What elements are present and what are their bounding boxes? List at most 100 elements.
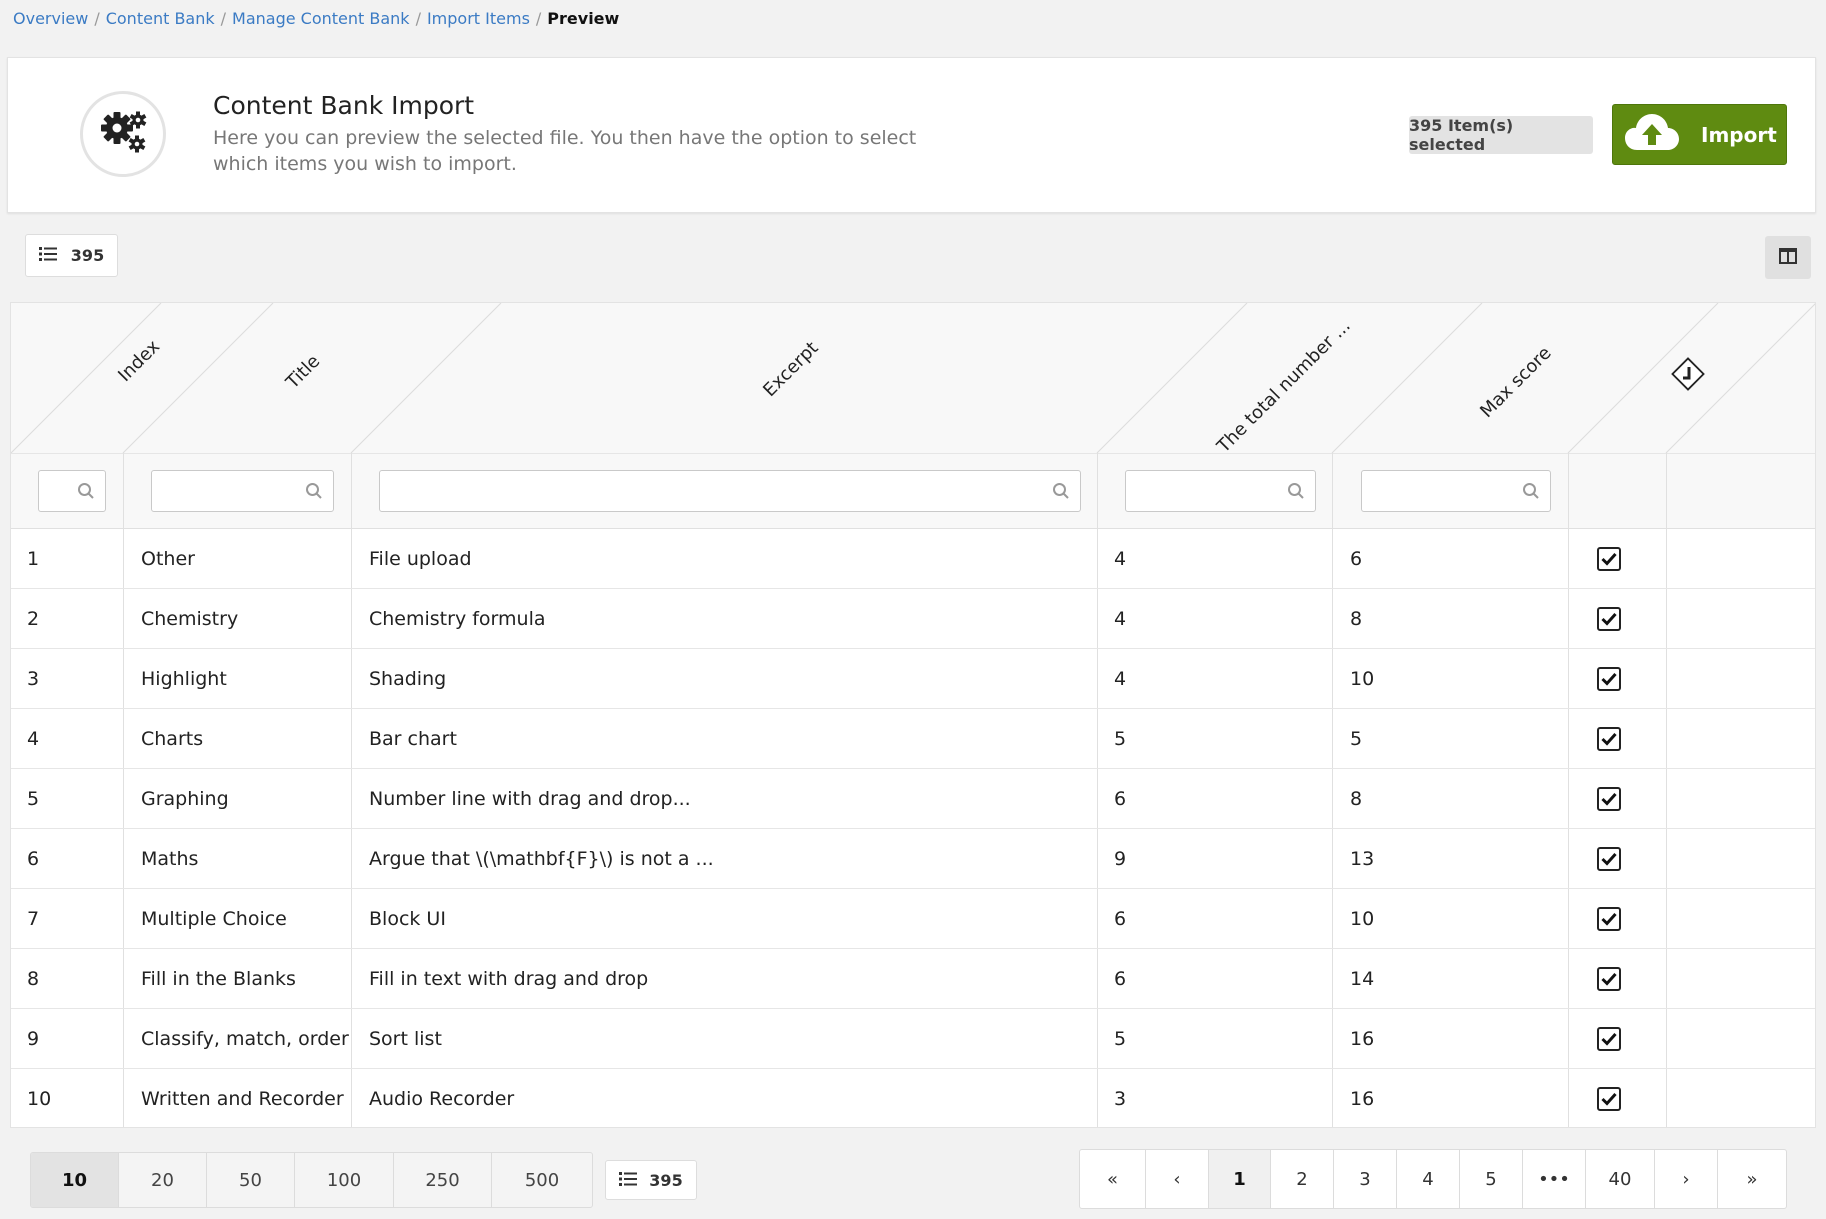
checkmark-icon (1601, 912, 1617, 926)
row-select-checkbox[interactable] (1597, 847, 1621, 871)
cell-title: Graphing (141, 788, 229, 810)
page-button[interactable]: 2 (1271, 1150, 1334, 1208)
table-header: Index Title Excerpt The total number ...… (11, 303, 1815, 457)
page-size-option[interactable]: 250 (394, 1153, 492, 1207)
row-select-checkbox[interactable] (1597, 787, 1621, 811)
total-number-filter-input[interactable] (1125, 470, 1316, 512)
sort-selection-icon[interactable] (1671, 357, 1705, 395)
cell-title: Highlight (141, 668, 227, 690)
checkmark-icon (1601, 792, 1617, 806)
page-title: Content Bank Import (213, 91, 475, 120)
checkmark-icon (1601, 732, 1617, 746)
page-button[interactable]: 40 (1586, 1150, 1655, 1208)
table-row[interactable]: 2 Chemistry Chemistry formula 4 8 (11, 589, 1815, 649)
cell-max-score: 10 (1350, 668, 1375, 690)
row-select-checkbox[interactable] (1597, 607, 1621, 631)
last-page-button[interactable]: » (1718, 1150, 1786, 1208)
search-icon (1287, 482, 1305, 504)
cell-title: Charts (141, 728, 204, 750)
page-size-option[interactable]: 100 (295, 1153, 394, 1207)
row-select-checkbox[interactable] (1597, 967, 1621, 991)
list-icon (619, 1171, 638, 1190)
cell-excerpt: Fill in text with drag and drop (369, 968, 649, 990)
excerpt-filter-input[interactable] (379, 470, 1081, 512)
breadcrumb-content-bank[interactable]: Content Bank (106, 9, 215, 28)
page-size-option[interactable]: 20 (119, 1153, 207, 1207)
pagination: «‹ 1 2 3 4 5 ••• 40 ›» (1079, 1149, 1787, 1209)
cell-total-number: 6 (1114, 788, 1127, 810)
table-row[interactable]: 3 Highlight Shading 4 10 (11, 649, 1815, 709)
gears-icon (80, 91, 166, 177)
first-page-button[interactable]: « (1080, 1150, 1146, 1208)
item-count-chip: 395 (25, 234, 118, 277)
cell-index: 3 (27, 668, 40, 690)
cell-max-score: 14 (1350, 968, 1375, 990)
cell-total-number: 4 (1114, 668, 1127, 690)
page-description: Here you can preview the selected file. … (213, 127, 917, 175)
cell-title: Fill in the Blanks (141, 968, 296, 990)
cell-max-score: 10 (1350, 908, 1375, 930)
row-select-checkbox[interactable] (1597, 1027, 1621, 1051)
checkmark-icon (1601, 552, 1617, 566)
selected-count-badge: 395 Item(s) selected (1409, 116, 1593, 154)
page-button[interactable]: 5 (1460, 1150, 1523, 1208)
max-score-filter-input[interactable] (1361, 470, 1551, 512)
checkmark-icon (1601, 852, 1617, 866)
cell-excerpt: Number line with drag and drop... (369, 788, 691, 810)
page-button[interactable]: 3 (1334, 1150, 1397, 1208)
checkmark-icon (1601, 612, 1617, 626)
cell-max-score: 6 (1350, 548, 1363, 570)
breadcrumb-import-items[interactable]: Import Items (427, 9, 530, 28)
table-row[interactable]: 1 Other File upload 4 6 (11, 529, 1815, 589)
table-row[interactable]: 6 Maths Argue that \(\mathbf{F}\) is not a… (11, 829, 1815, 889)
cell-title: Classify, match, order (141, 1028, 349, 1050)
cell-excerpt: Audio Recorder (369, 1088, 515, 1110)
index-filter-input[interactable] (38, 470, 106, 512)
cell-index: 6 (27, 848, 40, 870)
breadcrumb-manage-content-bank[interactable]: Manage Content Bank (232, 9, 410, 28)
checkmark-icon (1601, 1032, 1617, 1046)
column-chooser-button[interactable] (1765, 236, 1811, 279)
page-size-option[interactable]: 50 (207, 1153, 295, 1207)
table-row[interactable]: 9 Classify, match, order Sort list 5 16 (11, 1009, 1815, 1069)
table-row[interactable]: 5 Graphing Number line with drag and drop.… (11, 769, 1815, 829)
footer-item-count: 395 (605, 1160, 697, 1200)
search-icon (77, 482, 95, 504)
title-filter-input[interactable] (151, 470, 334, 512)
page-button[interactable]: 1 (1209, 1150, 1271, 1208)
row-select-checkbox[interactable] (1597, 1087, 1621, 1111)
cell-index: 10 (27, 1088, 52, 1110)
page-size-option[interactable]: 10 (31, 1153, 119, 1207)
table-row[interactable]: 7 Multiple Choice Block UI 6 10 (11, 889, 1815, 949)
cell-title: Chemistry (141, 608, 239, 630)
cell-index: 7 (27, 908, 40, 930)
cell-index: 5 (27, 788, 40, 810)
table-row[interactable]: 10 Written and Recorder Audio Recorder 3 16 (11, 1069, 1815, 1127)
cell-title: Multiple Choice (141, 908, 287, 930)
page-size-option[interactable]: 500 (492, 1153, 592, 1207)
table-row[interactable]: 8 Fill in the Blanks Fill in text with dra… (11, 949, 1815, 1009)
search-icon (1522, 482, 1540, 504)
import-button[interactable]: Import (1612, 104, 1787, 165)
cell-max-score: 8 (1350, 788, 1363, 810)
breadcrumb-separator: / (220, 9, 227, 28)
next-page-button[interactable]: › (1655, 1150, 1718, 1208)
cell-excerpt: Block UI (369, 908, 446, 930)
cell-total-number: 4 (1114, 608, 1127, 630)
breadcrumb-overview[interactable]: Overview (13, 9, 88, 28)
row-select-checkbox[interactable] (1597, 727, 1621, 751)
cell-excerpt: Argue that \(\mathbf{F}\) is not a ... (369, 848, 714, 870)
cloud-upload-icon (1625, 112, 1679, 157)
cell-max-score: 13 (1350, 848, 1375, 870)
page-button[interactable]: 4 (1397, 1150, 1460, 1208)
row-select-checkbox[interactable] (1597, 547, 1621, 571)
row-select-checkbox[interactable] (1597, 907, 1621, 931)
row-select-checkbox[interactable] (1597, 667, 1621, 691)
cell-total-number: 5 (1114, 1028, 1127, 1050)
cell-total-number: 3 (1114, 1088, 1127, 1110)
prev-page-button[interactable]: ‹ (1146, 1150, 1209, 1208)
table-row[interactable]: 4 Charts Bar chart 5 5 (11, 709, 1815, 769)
cell-max-score: 5 (1350, 728, 1363, 750)
cell-excerpt: Shading (369, 668, 447, 690)
cell-index: 8 (27, 968, 40, 990)
